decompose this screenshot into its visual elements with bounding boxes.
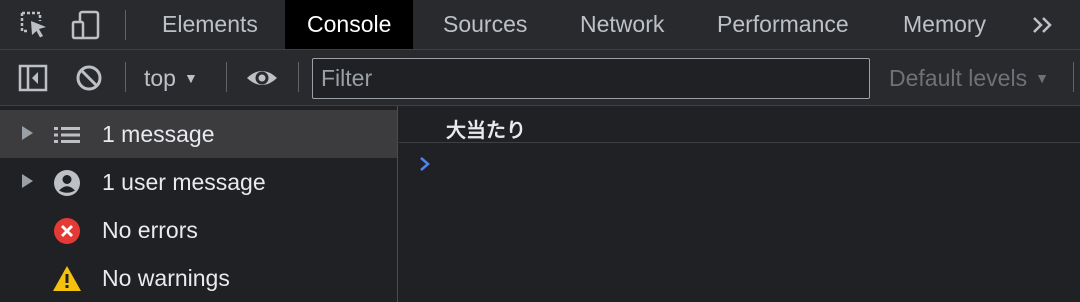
- device-toolbar-icon[interactable]: [70, 9, 102, 41]
- tab-elements[interactable]: Elements: [140, 0, 280, 49]
- sidebar-item-label: 1 message: [102, 121, 215, 147]
- toolbar-divider: [226, 62, 227, 92]
- toolbar-divider: [1073, 62, 1074, 92]
- expand-triangle-icon[interactable]: [22, 174, 33, 188]
- console-toolbar: top ▼ Filter Default levels ▼: [0, 50, 1080, 106]
- console-sidebar: 1 message 1 user message No errors No wa…: [0, 106, 398, 302]
- list-icon: [54, 127, 80, 143]
- console-prompt[interactable]: [399, 143, 1080, 183]
- inspect-element-icon[interactable]: [18, 9, 50, 41]
- toolbar-divider: [298, 62, 299, 92]
- console-message-text: 大当たり: [446, 118, 526, 142]
- sidebar-toggle-icon[interactable]: [18, 63, 48, 93]
- log-levels-dropdown[interactable]: Default levels ▼: [889, 50, 1049, 106]
- sidebar-item-errors[interactable]: No errors: [0, 206, 397, 254]
- tab-memory[interactable]: Memory: [881, 0, 1008, 49]
- user-icon: [54, 170, 80, 196]
- dropdown-arrow-icon: ▼: [183, 70, 198, 86]
- context-label: top: [144, 65, 176, 91]
- tab-console[interactable]: Console: [285, 0, 414, 49]
- warning-icon: [53, 266, 81, 291]
- toolbar-divider: [125, 10, 126, 40]
- sidebar-item-messages[interactable]: 1 message: [0, 110, 397, 158]
- devtools-tabbar: Elements Console Sources Network Perform…: [0, 0, 1080, 50]
- error-icon: [54, 218, 80, 244]
- sidebar-item-label: No warnings: [102, 265, 230, 291]
- prompt-chevron-icon: [420, 157, 430, 171]
- dropdown-arrow-icon: ▼: [1035, 70, 1049, 86]
- console-output: 大当たり: [399, 106, 1080, 302]
- filter-input[interactable]: Filter: [312, 58, 870, 99]
- clear-console-icon[interactable]: [74, 63, 104, 93]
- expand-triangle-icon[interactable]: [22, 126, 33, 140]
- tab-performance[interactable]: Performance: [695, 0, 871, 49]
- eye-icon[interactable]: [245, 64, 279, 92]
- sidebar-item-label: 1 user message: [102, 169, 266, 195]
- chevron-double-right-icon[interactable]: [1028, 9, 1058, 41]
- context-selector[interactable]: top ▼: [144, 50, 198, 106]
- tab-sources[interactable]: Sources: [421, 0, 549, 49]
- sidebar-item-label: No errors: [102, 217, 198, 243]
- console-message[interactable]: 大当たり: [399, 106, 1080, 143]
- toolbar-divider: [125, 62, 126, 92]
- tab-network[interactable]: Network: [558, 0, 686, 49]
- sidebar-item-user-messages[interactable]: 1 user message: [0, 158, 397, 206]
- log-levels-label: Default levels: [889, 65, 1028, 91]
- sidebar-item-warnings[interactable]: No warnings: [0, 254, 397, 302]
